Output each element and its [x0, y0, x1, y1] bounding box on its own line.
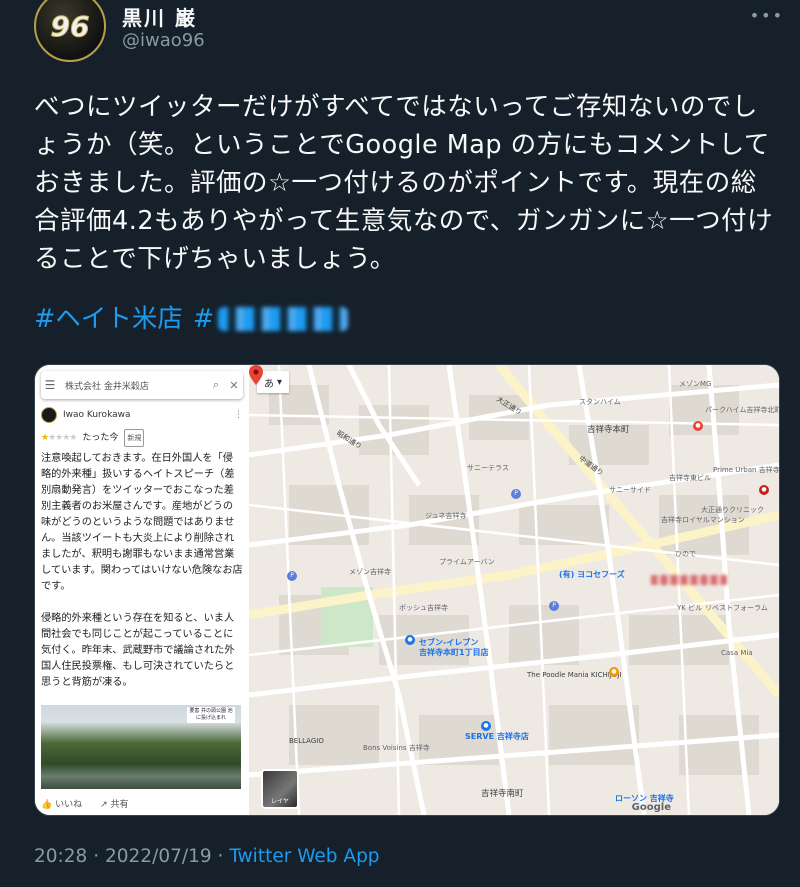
avatar-logo: 96	[50, 10, 90, 44]
share-button[interactable]: ↗ 共有	[100, 797, 128, 810]
maps-side-panel: ☰ 株式会社 金井米穀店 ⌕ ✕ Iwao Kurokawa ⋮ ★★★★★ た…	[35, 365, 249, 815]
tweet-time[interactable]: 20:28	[34, 846, 87, 867]
map-label: 吉祥寺本町	[587, 425, 630, 435]
close-icon[interactable]: ✕	[225, 379, 243, 392]
attached-image[interactable]: ☰ 株式会社 金井米穀店 ⌕ ✕ Iwao Kurokawa ⋮ ★★★★★ た…	[34, 364, 780, 816]
reviewer-avatar	[41, 407, 57, 423]
redacted-blur	[218, 307, 349, 331]
maps-search-bar[interactable]: ☰ 株式会社 金井米穀店 ⌕ ✕	[41, 371, 243, 399]
map-label: Casa Mia	[721, 649, 753, 657]
layers-button[interactable]: レイヤ	[261, 769, 299, 809]
hashtag-hate-rice-store[interactable]: #ヘイト米店	[34, 300, 183, 338]
map-label: 吉祥寺南町	[481, 789, 524, 799]
hashtags: #ヘイト米店 #	[34, 300, 349, 338]
chevron-down-icon: ▾	[276, 376, 283, 388]
map-label: メゾンMG	[679, 380, 712, 388]
reviewer-name[interactable]: Iwao Kurokawa	[63, 407, 131, 423]
map-label: スタンハイム	[579, 398, 621, 406]
google-logo: Google	[631, 802, 671, 813]
map-label: パークハイム吉祥寺北町	[705, 406, 780, 414]
restaurant-icon[interactable]: ●	[759, 485, 769, 495]
map-label: ひので	[675, 550, 696, 558]
map-label: (有) ヨコセフーズ	[559, 570, 625, 579]
parking-icon[interactable]: P	[511, 489, 521, 499]
kebab-menu-icon[interactable]: ⋮	[234, 407, 243, 423]
photo-sign: 要害 井の頭公園 池に投げ込まれ	[187, 707, 235, 723]
star-rating: ★★★★★	[41, 433, 77, 443]
map-label: ジュネ吉祥寺	[425, 512, 467, 520]
tweet-text: べつにツイッターだけがすべてではないってご存知ないのでしょうか（笑。ということで…	[34, 92, 774, 274]
author-name[interactable]: 黒川 巌	[122, 2, 197, 31]
search-query[interactable]: 株式会社 金井米穀店	[59, 379, 207, 392]
avatar[interactable]: 96	[34, 0, 106, 62]
source-app-link[interactable]: Twitter Web App	[229, 846, 379, 867]
new-badge: 新規	[124, 429, 145, 447]
map-label: 吉祥寺本町1丁目店	[419, 648, 489, 657]
review-photo[interactable]: 要害 井の頭公園 池に投げ込まれ	[41, 705, 241, 789]
separator: ·	[217, 846, 224, 867]
redacted-place-label	[651, 575, 727, 585]
shop-icon[interactable]: ●	[609, 667, 619, 677]
reviewer-row: Iwao Kurokawa ⋮	[41, 407, 243, 423]
restaurant-icon[interactable]: ●	[693, 421, 703, 431]
hashtag-symbol: #	[192, 304, 215, 334]
author-handle[interactable]: @iwao96	[122, 30, 205, 51]
review-card: Iwao Kurokawa ⋮ ★★★★★ たった今 新規 注意喚起しておきます…	[41, 407, 243, 691]
map-label: Prime Urban 吉祥寺	[713, 466, 780, 474]
map-label: サニーサイド	[609, 486, 651, 494]
map-label: SERVE 吉祥寺店	[465, 732, 529, 741]
map-label: YK ビル	[677, 604, 703, 612]
map-view[interactable]: あ ▾ 吉祥寺本町 大正通り 昭和通り 吉祥寺南町 中道通り (有) ヨコセフーズ…	[249, 365, 779, 815]
map-roads	[249, 365, 779, 815]
map-label: The Poodle Mania KICHIJOJI	[527, 671, 622, 679]
review-actions: 👍 いいね ↗ 共有	[41, 797, 129, 810]
location-pin-icon[interactable]	[249, 365, 263, 385]
more-options-icon[interactable]: •••	[750, 6, 784, 25]
map-label: リベストフォーラム	[705, 604, 768, 612]
parking-icon[interactable]: P	[287, 571, 297, 581]
store-icon[interactable]: ●	[481, 721, 491, 731]
map-label: プライムアーバン	[439, 558, 495, 566]
tweet-header: 96 黒川 巌 @iwao96 •••	[34, 0, 784, 70]
review-body: 注意喚起しておきます。在日外国人を「侵略的外来種」扱いするヘイトスピーチ（差別扇…	[41, 453, 243, 688]
hashtag-redacted[interactable]: #	[192, 300, 349, 338]
search-icon[interactable]: ⌕	[207, 378, 225, 392]
map-label: Bons Voisins 吉祥寺	[363, 744, 430, 752]
map-label: サニーテラス	[467, 464, 509, 472]
map-label: BELLAGIO	[289, 737, 324, 745]
tweet-date[interactable]: 2022/07/19	[105, 846, 212, 867]
map-label: 吉祥寺東ビル	[669, 474, 711, 482]
rating-row: ★★★★★ たった今 新規	[41, 429, 243, 447]
like-button[interactable]: 👍 いいね	[41, 797, 82, 810]
map-label: 大正通りクリニック	[701, 506, 764, 514]
store-icon[interactable]: ●	[405, 635, 415, 645]
separator: ·	[93, 846, 100, 867]
review-time: たった今	[82, 433, 119, 443]
map-label: 吉祥寺ロイヤルマンション	[661, 516, 745, 524]
map-label: ボッシュ吉祥寺	[399, 604, 448, 612]
hamburger-menu-icon[interactable]: ☰	[41, 378, 59, 392]
svg-text:96: 96	[51, 10, 90, 43]
map-label: メゾン吉祥寺	[349, 568, 391, 576]
parking-icon[interactable]: P	[549, 601, 559, 611]
tweet-metadata: 20:28 · 2022/07/19 · Twitter Web App	[34, 846, 380, 867]
